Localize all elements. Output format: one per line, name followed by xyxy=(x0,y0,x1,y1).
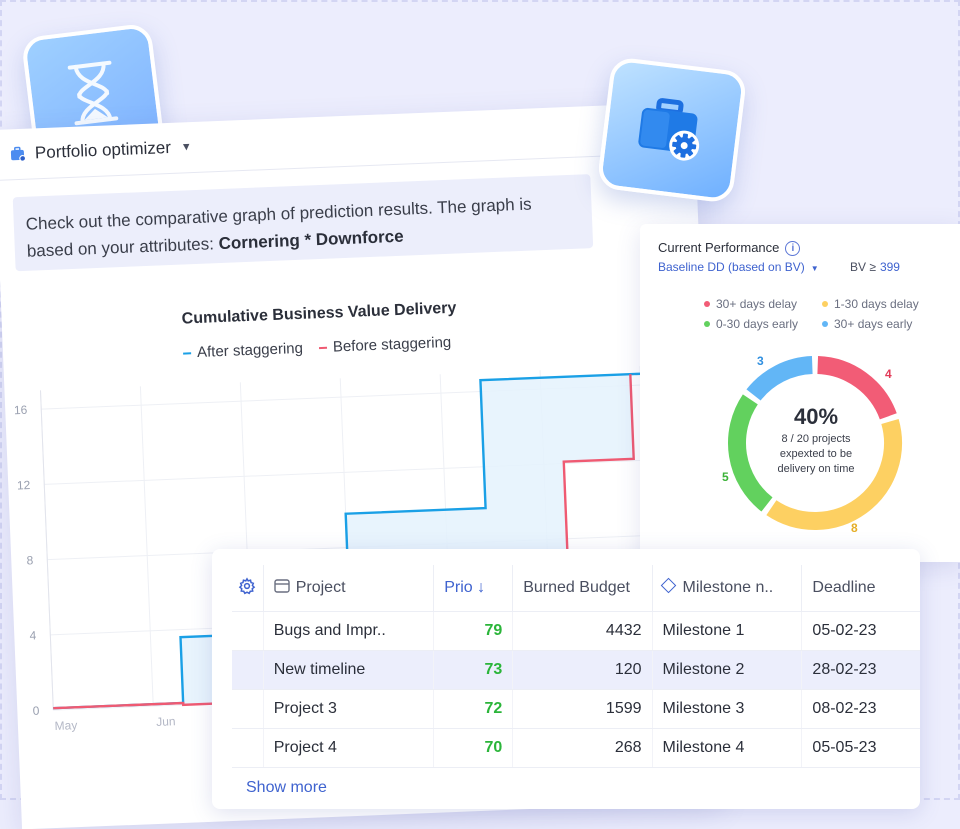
table-row[interactable]: Project 4 70 268 Milestone 4 05-05-23 xyxy=(232,728,920,768)
cell-prio: 70 xyxy=(433,728,514,768)
performance-legend: 30+ days delay 1-30 days delay 0-30 days… xyxy=(704,294,940,334)
info-attributes: Cornering * Downforce xyxy=(218,226,404,254)
current-performance-card: Current Performance i Baseline DD (based … xyxy=(640,224,960,562)
info-icon[interactable]: i xyxy=(785,241,801,256)
legend-after: After staggering xyxy=(183,340,303,362)
cell-deadline: 05-05-23 xyxy=(801,728,920,768)
baseline-dropdown[interactable]: Baseline DD (based on BV) ▼ xyxy=(658,260,819,274)
x-tick-label: Jun xyxy=(156,714,176,729)
project-table-card: Project Prio ↓ Burned Budget Milestone n… xyxy=(212,549,920,809)
column-header-project[interactable]: Project xyxy=(263,565,435,612)
cell-milestone: Milestone 1 xyxy=(652,611,803,651)
legend-1-30-delay: 1-30 days delay xyxy=(822,297,919,311)
cell-milestone: Milestone 4 xyxy=(652,728,803,768)
cell-budget: 1599 xyxy=(512,689,653,729)
cell-prio: 72 xyxy=(433,689,514,729)
cell-milestone: Milestone 2 xyxy=(652,650,803,690)
project-table: Project Prio ↓ Burned Budget Milestone n… xyxy=(232,565,920,768)
grid-line xyxy=(44,458,688,485)
segment-label-early-30plus: 3 xyxy=(757,354,764,368)
cell-project[interactable]: Bugs and Impr.. xyxy=(263,611,435,651)
cell-budget: 268 xyxy=(512,728,653,768)
on-time-caption: 8 / 20 projects expexted to be delivery … xyxy=(777,433,855,475)
legend-0-30-early: 0-30 days early xyxy=(704,317,822,331)
chart-legend: After staggering Before staggering xyxy=(183,334,452,362)
diamond-icon xyxy=(660,577,676,594)
performance-title: Current Performance i xyxy=(658,240,801,256)
y-tick-label: 4 xyxy=(29,628,37,642)
segment-label-delay-30plus: 4 xyxy=(885,367,892,381)
hourglass-icon xyxy=(67,60,119,126)
gear-icon xyxy=(239,576,256,594)
table-settings-button[interactable] xyxy=(232,565,264,612)
show-more-link[interactable]: Show more xyxy=(246,779,327,797)
x-tick-label: May xyxy=(54,718,77,733)
y-tick-label: 0 xyxy=(32,704,40,718)
cell-budget: 4432 xyxy=(512,611,653,651)
bv-threshold[interactable]: BV ≥399 xyxy=(850,260,900,274)
table-row[interactable]: New timeline 73 120 Milestone 2 28-02-23 xyxy=(232,650,920,690)
cell-milestone: Milestone 3 xyxy=(652,689,803,729)
column-header-milestone[interactable]: Milestone n.. xyxy=(652,565,803,612)
cell-deadline: 05-02-23 xyxy=(801,611,920,651)
y-tick-label: 8 xyxy=(26,553,34,567)
chart-title: Cumulative Business Value Delivery xyxy=(181,299,457,328)
on-time-percent: 40% xyxy=(793,404,839,429)
donut-center: 40% 8 / 20 projects expexted to be deliv… xyxy=(746,404,886,477)
cell-deadline: 08-02-23 xyxy=(801,689,920,729)
cell-prio: 73 xyxy=(433,650,514,690)
segment-label-delay-1-30: 8 xyxy=(851,521,858,535)
cell-project[interactable]: Project 4 xyxy=(263,728,435,768)
column-header-prio[interactable]: Prio ↓ xyxy=(433,565,514,612)
legend-before: Before staggering xyxy=(318,334,452,356)
info-text: Check out the comparative graph of predi… xyxy=(25,194,532,261)
y-tick-label: 12 xyxy=(17,478,31,493)
table-header-row: Project Prio ↓ Burned Budget Milestone n… xyxy=(232,565,920,612)
cell-prio: 79 xyxy=(433,611,514,651)
legend-30plus-delay: 30+ days delay xyxy=(704,297,822,311)
info-box: Check out the comparative graph of predi… xyxy=(12,174,594,272)
table-row[interactable]: Project 3 72 1599 Milestone 3 08-02-23 xyxy=(232,689,920,729)
y-axis xyxy=(39,390,54,711)
chevron-down-icon: ▼ xyxy=(810,264,819,273)
table-row[interactable]: Bugs and Impr.. 79 4432 Milestone 1 05-0… xyxy=(232,611,920,651)
cell-project[interactable]: New timeline xyxy=(263,650,435,690)
y-tick-label: 16 xyxy=(14,403,28,418)
cell-deadline: 28-02-23 xyxy=(801,650,920,690)
segment-label-early-0-30: 5 xyxy=(722,470,729,484)
briefcase-tile xyxy=(596,56,748,204)
column-header-deadline[interactable]: Deadline xyxy=(801,565,920,612)
chevron-down-icon[interactable]: ▼ xyxy=(181,141,192,153)
cell-budget: 120 xyxy=(512,650,653,690)
grid-line xyxy=(139,386,154,707)
briefcase-gear-icon xyxy=(638,98,700,161)
document-icon xyxy=(274,579,290,593)
legend-30plus-early: 30+ days early xyxy=(822,317,912,331)
briefcase-small-icon xyxy=(10,146,27,162)
column-header-burned-budget[interactable]: Burned Budget xyxy=(512,565,653,612)
donut-segment xyxy=(746,356,813,401)
cell-project[interactable]: Project 3 xyxy=(263,689,435,729)
page-title: Portfolio optimizer xyxy=(34,137,172,163)
